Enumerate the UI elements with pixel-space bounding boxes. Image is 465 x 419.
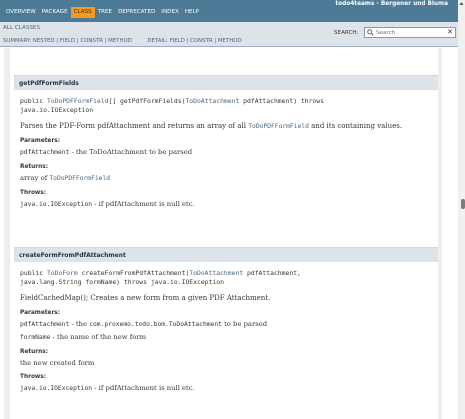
- sig-text: java.io.IOException: [20, 105, 94, 114]
- sig-text: java.lang.String formName) throws java.i…: [20, 277, 224, 286]
- throws-desc: - if pdfAttachment is null etc.: [92, 200, 195, 209]
- method-detail-getpdfformfields: getPdfFormFields public ToDoPDFFormField…: [14, 75, 438, 209]
- top-nav-bar: OVERVIEW PACKAGE CLASS TREE DEPRECATED I…: [0, 0, 458, 22]
- scroll-up-arrow-icon[interactable]: [459, 1, 464, 6]
- desc-text: and its containing values.: [308, 122, 403, 131]
- nav-package[interactable]: PACKAGE: [39, 7, 71, 18]
- search-icon: [367, 29, 374, 36]
- sig-text: public: [20, 269, 47, 277]
- nav-tree[interactable]: TREE: [95, 7, 115, 18]
- returns-text: the new created form: [20, 359, 95, 368]
- sig-text: createFormFromPdfAttachment(: [77, 269, 190, 277]
- brand-title: todo4teams - Bergener und Bluma: [335, 1, 448, 7]
- desc-text: Parses the PDF-Form pdfAttachment and re…: [20, 122, 249, 131]
- nav-deprecated[interactable]: DEPRECATED: [115, 7, 158, 18]
- param-type-link[interactable]: ToDoAttachment: [189, 269, 243, 277]
- nav-index[interactable]: INDEX: [158, 7, 182, 18]
- method-detail-content: getPdfFormFields public ToDoPDFFormField…: [0, 48, 458, 419]
- method-detail-createformfrompdfattachment: createFormFromPdfAttachment public ToDoF…: [14, 247, 438, 393]
- summary-prefix: SUMMARY: NESTED |: [3, 38, 60, 44]
- throws-entry: java.io.IOException - if pdfAttachment i…: [14, 384, 438, 393]
- param-type-code: com.proxemo.todo.bom.ToDoAttachment: [89, 321, 222, 329]
- method-signature: public ToDoForm createFormFromPdfAttachm…: [14, 269, 438, 286]
- parameters-label: Parameters:: [20, 310, 61, 317]
- returns-text: array of: [20, 174, 50, 183]
- detail-constr-link[interactable]: CONSTR: [190, 38, 213, 44]
- exception-name: java.io.IOException: [20, 201, 93, 209]
- method-heading: getPdfFormFields: [14, 75, 438, 90]
- sub-nav-bar: ALL CLASSES SUMMARY: NESTED | FIELD | CO…: [0, 22, 458, 47]
- returns-label: Returns:: [20, 164, 49, 171]
- method-signature: public ToDoPDFFormField[] getPdfFormFiel…: [14, 97, 438, 114]
- summary-constr-link[interactable]: CONSTR: [80, 38, 103, 44]
- throws-entry: java.io.IOException - if pdfAttachment i…: [14, 200, 438, 209]
- exception-name: java.io.IOException: [20, 385, 93, 393]
- summary-detail-nav: SUMMARY: NESTED | FIELD | CONSTR | METHO…: [3, 38, 242, 44]
- param-desc: - the ToDoAttachment to be parsed: [69, 148, 193, 157]
- method-description: Parses the PDF-Form pdfAttachment and re…: [14, 122, 438, 131]
- search-box[interactable]: ✕: [364, 27, 456, 38]
- return-type-link[interactable]: ToDoPDFFormField: [47, 97, 109, 105]
- sig-text: [] getPdfFormFields(: [108, 97, 186, 105]
- sig-text: pdfAttachment,: [243, 269, 301, 277]
- return-type-link[interactable]: ToDoForm: [47, 269, 78, 277]
- param-name: formName: [20, 334, 51, 342]
- parameter-entry: pdfAttachment - the com.proxemo.todo.bom…: [14, 320, 438, 329]
- returns-entry: the new created form: [14, 359, 438, 367]
- param-name: pdfAttachment: [20, 149, 70, 157]
- nav-class[interactable]: CLASS: [70, 7, 95, 18]
- returns-entry: array of ToDoPDFFormField: [14, 174, 438, 183]
- search-input[interactable]: [376, 28, 442, 37]
- param-desc: - the name of the new form: [50, 333, 147, 342]
- parameter-entry: pdfAttachment - the ToDoAttachment to be…: [14, 148, 438, 157]
- throws-label: Throws:: [20, 190, 47, 197]
- parameters-label: Parameters:: [20, 138, 61, 145]
- throws-label: Throws:: [20, 374, 47, 381]
- search-label: SEARCH:: [334, 30, 359, 36]
- detail-method-link[interactable]: METHOD: [218, 38, 242, 44]
- content-left-gutter: [4, 48, 10, 419]
- returns-type-link[interactable]: ToDoPDFFormField: [49, 175, 110, 182]
- method-heading: createFormFromPdfAttachment: [14, 247, 438, 262]
- param-desc: - the: [69, 320, 90, 329]
- scrollbar-thumb[interactable]: [461, 199, 465, 209]
- desc-type-link[interactable]: ToDoPDFFormField: [248, 123, 309, 130]
- throws-desc: - if pdfAttachment is null etc.: [92, 384, 195, 393]
- param-name: pdfAttachment: [20, 321, 70, 329]
- scrollbar-track[interactable]: [458, 0, 465, 419]
- sig-text: public: [20, 97, 47, 105]
- sig-text: pdfAttachment) throws: [239, 97, 324, 105]
- summary-field-link[interactable]: FIELD: [60, 38, 75, 44]
- param-desc: to be parsed: [221, 320, 268, 329]
- all-classes-link[interactable]: ALL CLASSES: [3, 25, 40, 31]
- clear-search-icon[interactable]: ✕: [447, 28, 453, 37]
- nav-help[interactable]: HELP: [182, 7, 202, 18]
- content-right-gutter: [438, 48, 442, 419]
- param-type-link[interactable]: ToDoAttachment: [185, 97, 239, 105]
- parameter-entry: formName - the name of the new form: [14, 333, 438, 342]
- nav-overview[interactable]: OVERVIEW: [3, 7, 39, 18]
- detail-field-link[interactable]: FIELD: [170, 38, 185, 44]
- returns-label: Returns:: [20, 349, 49, 356]
- summary-method-link[interactable]: METHOD: [108, 38, 132, 44]
- top-nav-list: OVERVIEW PACKAGE CLASS TREE DEPRECATED I…: [3, 7, 202, 18]
- method-description: FieldCachedMap(); Creates a new form fro…: [20, 294, 271, 303]
- detail-prefix: DETAIL:: [147, 38, 170, 44]
